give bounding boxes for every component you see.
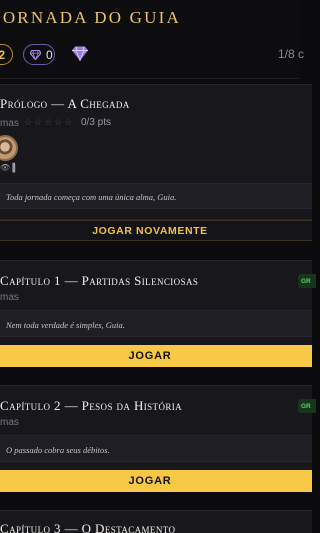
chapter-quote: Nem toda verdade é simples, Guia.: [6, 320, 125, 330]
star-icon: ☆: [54, 117, 63, 127]
gem-count: 0: [46, 47, 53, 62]
status-badge: GR: [298, 274, 316, 288]
chapter-meta: mas: [0, 417, 19, 428]
chapter-title: Capítulo 3 — O Destacamento: [0, 521, 176, 533]
quote-box: O passado cobra seus débitos.: [0, 435, 312, 462]
quote-box: Toda jornada começa com uma única alma, …: [0, 183, 312, 209]
star-icon: ☆: [44, 117, 53, 127]
play-button[interactable]: JOGAR: [0, 470, 312, 492]
top-header: Jornada do Guia 2 0 1/8 c: [0, 0, 304, 79]
chapter-card-1: Capítulo 1 — Partidas Silenciosas mas GR…: [0, 260, 316, 346]
star-rating: ☆ ☆ ☆ ☆ ☆: [24, 117, 72, 128]
gem-icon: [30, 49, 41, 60]
chapter-card-3: Capítulo 3 — O Destacamento: [0, 510, 312, 533]
diamond-shop-icon[interactable]: [72, 46, 88, 61]
chapter-title: Prólogo — A Chegada: [0, 96, 130, 111]
star-icon: ☆: [34, 117, 43, 127]
chapter-title: Capítulo 2 — Pesos da História: [0, 398, 183, 413]
star-icon: ☆: [24, 117, 33, 127]
chapter-quote: Toda jornada começa com uma única alma, …: [6, 192, 177, 202]
chapter-progress: 1/8 c: [277, 47, 304, 61]
chapter-meta: mas: [0, 118, 19, 129]
chapter-quote: O passado cobra seus débitos.: [6, 445, 110, 455]
gem-counter[interactable]: 0: [23, 44, 55, 65]
play-button[interactable]: JOGAR: [0, 345, 312, 367]
star-icon: ☆: [64, 117, 73, 127]
chapter-meta: mas: [0, 292, 19, 303]
points-text: 0/3 pts: [81, 117, 112, 128]
avatar-badge: 👁 ▌: [0, 163, 19, 172]
quote-box: Nem toda verdade é simples, Guia.: [0, 310, 312, 337]
avatar: [0, 135, 18, 161]
status-badge: GR: [298, 399, 316, 413]
page-title: Jornada do Guia: [0, 8, 181, 27]
chapter-card-2: Capítulo 2 — Pesos da História mas GR O …: [0, 385, 316, 471]
gold-counter[interactable]: 2: [0, 44, 13, 65]
chapter-card-prologue: Prólogo — A Chegada mas ☆ ☆ ☆ ☆ ☆ 0/3 pt…: [0, 84, 312, 220]
gold-count: 2: [0, 47, 5, 62]
chapter-title: Capítulo 1 — Partidas Silenciosas: [0, 273, 199, 288]
play-again-button[interactable]: JOGAR NOVAMENTE: [0, 220, 312, 241]
